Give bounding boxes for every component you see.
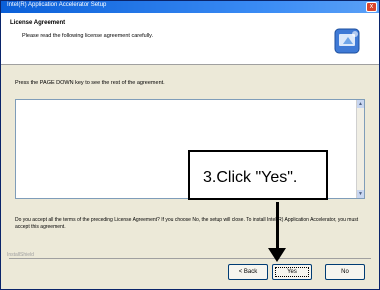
license-scrollbar[interactable]: ▲ ▼ (356, 100, 364, 198)
setup-wizard-icon (334, 28, 360, 54)
scroll-down-arrow-icon[interactable]: ▼ (357, 190, 364, 198)
footer-divider (9, 258, 371, 259)
instruction-callout: 3.Click "Yes". (188, 150, 328, 200)
instruction-text: Press the PAGE DOWN key to see the rest … (15, 80, 165, 86)
close-button[interactable]: x (366, 2, 377, 12)
installer-window: Intel(R) Application Accelerator Setup x… (0, 0, 380, 290)
callout-text: 3.Click "Yes". (203, 169, 298, 186)
page-title: License Agreement (10, 20, 66, 26)
no-button[interactable]: No (325, 264, 365, 280)
accept-question-text: Do you accept all the terms of the prece… (15, 217, 359, 230)
title-bar[interactable]: Intel(R) Application Accelerator Setup x (1, 1, 379, 13)
wizard-header: License Agreement Please read the follow… (1, 13, 379, 65)
close-icon: x (369, 3, 374, 10)
back-button[interactable]: < Back (228, 264, 268, 280)
callout-arrow-shaft (276, 202, 279, 250)
page-subtitle: Please read the following license agreem… (22, 33, 154, 39)
scroll-up-arrow-icon[interactable]: ▲ (357, 100, 364, 108)
callout-arrow-icon (268, 248, 286, 262)
yes-button[interactable]: Yes (272, 264, 312, 280)
window-title: Intel(R) Application Accelerator Setup (7, 2, 107, 8)
